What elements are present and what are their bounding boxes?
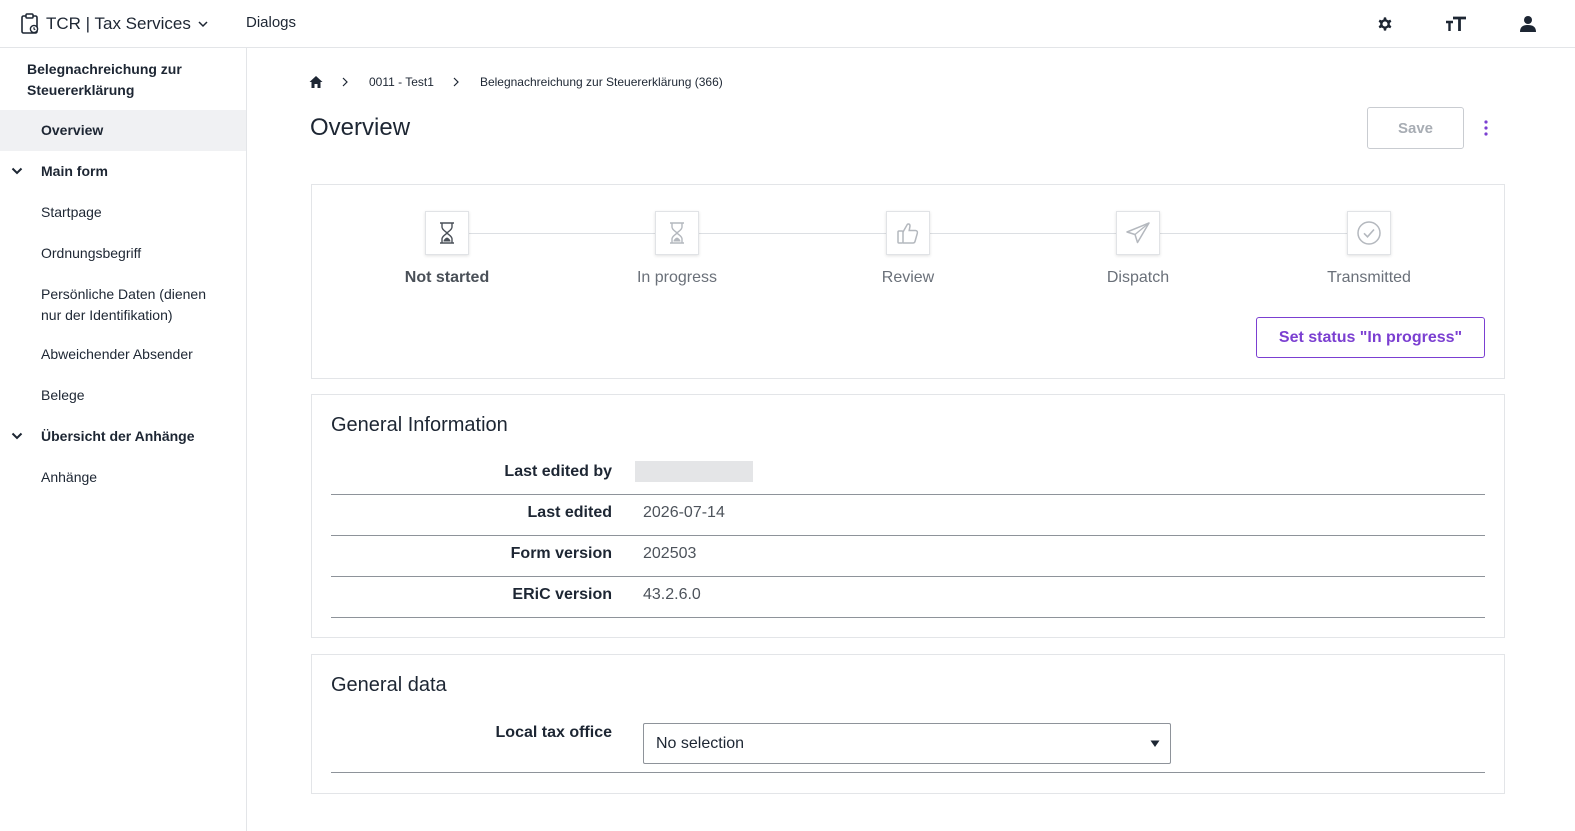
info-row-value: 202503 xyxy=(643,545,697,562)
sidebar-item-startpage[interactable]: Startpage xyxy=(0,192,246,233)
sidebar-item-abweichender-absender[interactable]: Abweichender Absender xyxy=(0,336,246,377)
text-size-icon[interactable] xyxy=(1445,13,1467,35)
sidebar-title: Belegnachreichung zur Steuererklärung xyxy=(27,61,182,98)
sidebar-item-label: Anhänge xyxy=(41,469,98,485)
check-circle-icon xyxy=(1347,211,1391,255)
home-icon[interactable] xyxy=(309,75,323,89)
set-status-in-progress-button[interactable]: Set status "In progress" xyxy=(1256,317,1485,358)
breadcrumb-item-current[interactable]: Belegnachreichung zur Steuererklärung (3… xyxy=(480,75,723,89)
sidebar-item-overview[interactable]: Overview xyxy=(0,110,246,151)
sidebar-item-label: Startpage xyxy=(41,204,102,220)
sidebar-item-label: Belege xyxy=(41,387,85,403)
info-row-label: Last edited by xyxy=(504,463,612,480)
hourglass-icon xyxy=(425,211,469,255)
local-tax-office-label: Local tax office xyxy=(495,724,612,741)
sidebar-item-label: Abweichender Absender xyxy=(41,346,193,362)
sidebar-item-belege[interactable]: Belege xyxy=(0,377,246,418)
top-bar: TCR | Tax Services Dialogs xyxy=(0,0,1575,48)
more-options-icon[interactable] xyxy=(1482,118,1490,138)
breadcrumb: 0011 - Test1 Belegnachreichung zur Steue… xyxy=(309,73,723,91)
select-value: No selection xyxy=(656,734,745,752)
status-step-review: Review xyxy=(843,211,973,287)
status-card: Not started In progress Review Dispatch … xyxy=(311,184,1505,379)
section-title: General data xyxy=(331,674,447,696)
sidebar-item-persoenliche-daten[interactable]: Persönliche Daten (dienen nur der Identi… xyxy=(0,274,246,336)
main-content: 0011 - Test1 Belegnachreichung zur Steue… xyxy=(247,48,1575,831)
status-step-label: Transmitted xyxy=(1327,269,1411,286)
sidebar-item-label: Overview xyxy=(41,122,104,138)
chevron-right-icon xyxy=(342,77,348,87)
info-row-label: Form version xyxy=(510,545,612,562)
page-title: Overview xyxy=(310,114,411,141)
thumbs-up-icon xyxy=(886,211,930,255)
status-step-label: Not started xyxy=(404,269,490,286)
chevron-down-icon xyxy=(198,20,208,27)
sidebar-item-ordnungsbegriff[interactable]: Ordnungsbegriff xyxy=(0,233,246,274)
sidebar-item-main-form[interactable]: Main form xyxy=(0,151,246,192)
gear-icon[interactable] xyxy=(1374,13,1396,35)
sidebar-item-label: Main form xyxy=(41,163,108,179)
status-step-not-started: Not started xyxy=(382,211,512,287)
general-information-card: General Information Last edited by Last … xyxy=(311,394,1505,638)
general-data-card: General data Local tax office No selecti… xyxy=(311,654,1505,794)
status-step-in-progress: In progress xyxy=(612,211,742,287)
sidebar-item-anhaenge[interactable]: Anhänge xyxy=(0,459,246,500)
save-button[interactable]: Save xyxy=(1367,107,1464,149)
redacted-value xyxy=(635,461,753,482)
chevron-down-icon[interactable] xyxy=(11,165,23,177)
app-switcher[interactable]: TCR | Tax Services xyxy=(20,12,209,35)
local-tax-office-select[interactable]: No selection xyxy=(643,723,1171,764)
breadcrumb-item[interactable]: 0011 - Test1 xyxy=(369,75,434,89)
chevron-down-icon[interactable] xyxy=(11,430,23,442)
dialogs-link[interactable]: Dialogs xyxy=(246,14,296,31)
status-step-transmitted: Transmitted xyxy=(1304,211,1434,287)
info-row-value: 2026-07-14 xyxy=(643,504,725,521)
status-step-label: In progress xyxy=(636,269,718,286)
section-title: General Information xyxy=(331,414,508,436)
status-step-label: Review xyxy=(881,269,935,286)
caret-down-icon xyxy=(1150,740,1160,747)
info-row-value: 43.2.6.0 xyxy=(643,586,701,603)
info-row-last-edited-by: Last edited by xyxy=(331,454,1485,495)
sidebar-item-label: Persönliche Daten (dienen nur der Identi… xyxy=(41,286,206,323)
status-step-dispatch: Dispatch xyxy=(1073,211,1203,287)
info-row-form-version: Form version 202503 xyxy=(331,536,1485,577)
chevron-right-icon xyxy=(453,77,459,87)
sidebar-item-label: Ordnungsbegriff xyxy=(41,245,142,261)
info-row-label: Last edited xyxy=(527,504,612,521)
info-row-label: ERiC version xyxy=(512,586,612,603)
sidebar-item-uebersicht-der-anhaenge[interactable]: Übersicht der Anhänge xyxy=(0,418,246,459)
info-row-eric-version: ERiC version 43.2.6.0 xyxy=(331,577,1485,618)
status-step-label: Dispatch xyxy=(1106,269,1170,286)
app-title: TCR | Tax Services xyxy=(46,13,191,33)
sidebar: Belegnachreichung zur Steuererklärung Ov… xyxy=(0,48,247,831)
sidebar-item-label: Übersicht der Anhänge xyxy=(41,428,195,444)
clipboard-icon xyxy=(21,12,39,34)
info-row-last-edited: Last edited 2026-07-14 xyxy=(331,495,1485,536)
paper-plane-icon xyxy=(1116,211,1160,255)
user-icon[interactable] xyxy=(1517,13,1539,35)
hourglass-icon xyxy=(655,211,699,255)
